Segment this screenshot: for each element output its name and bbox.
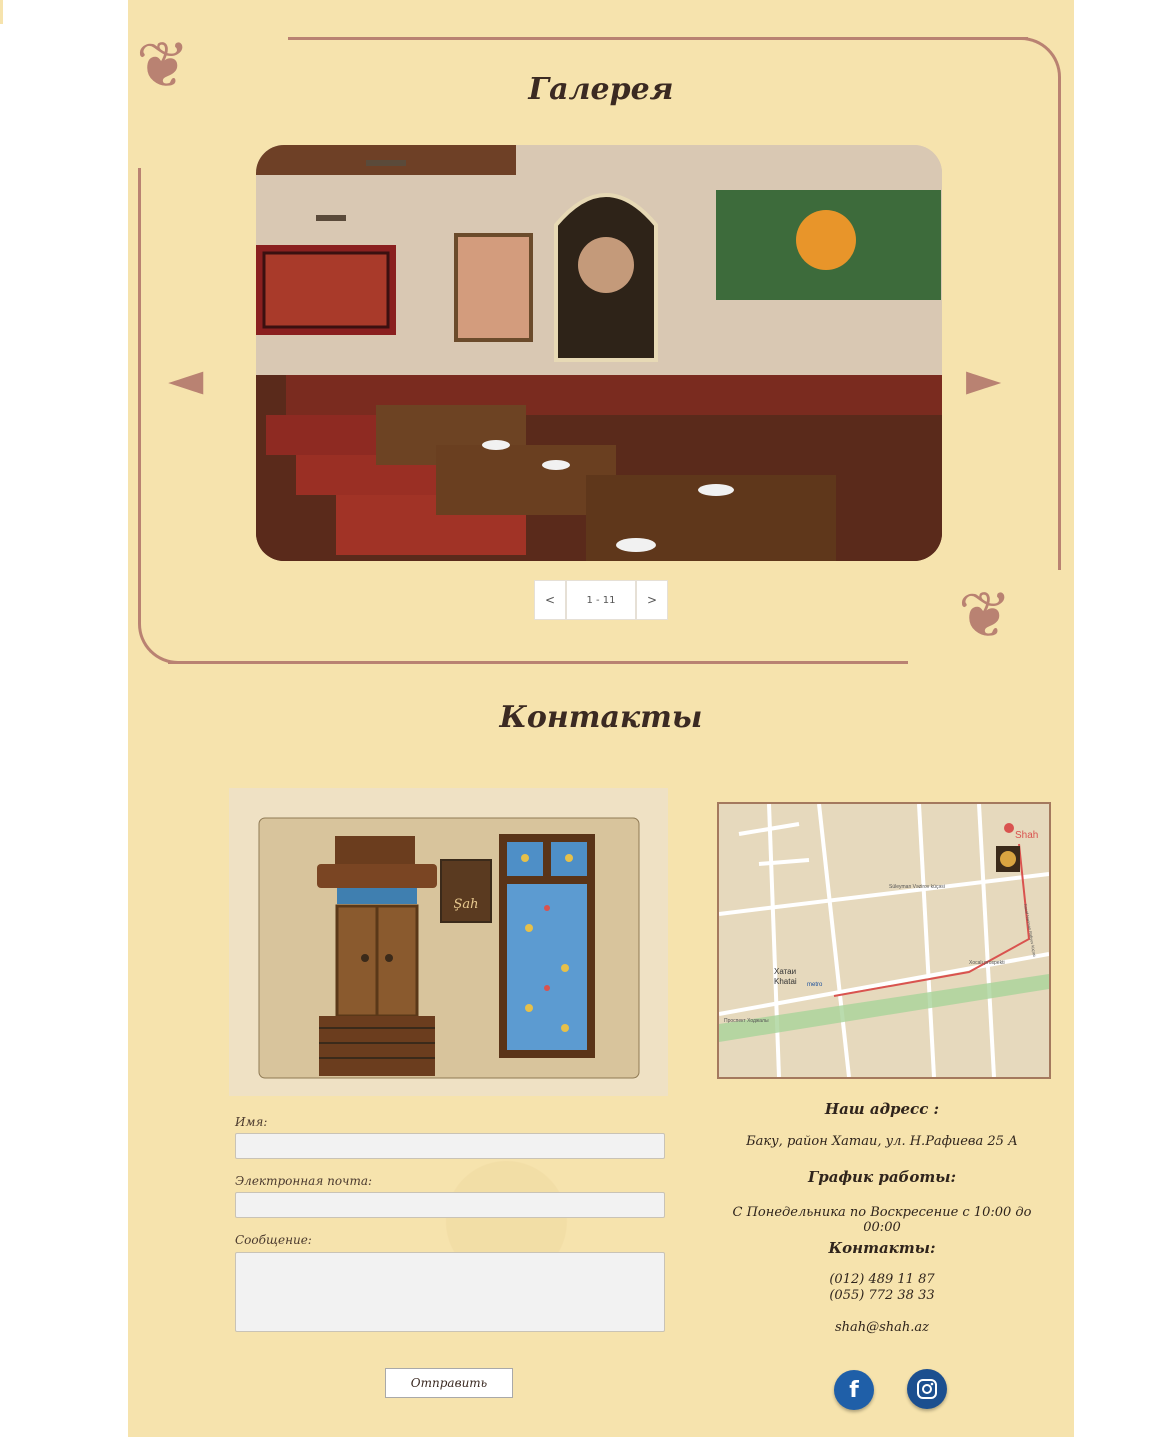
email-label: Электронная почта: (235, 1174, 373, 1188)
frame-right-line (1058, 100, 1061, 570)
ornament-bottom-right-icon: ❦ (958, 579, 1012, 653)
facebook-letter: f (849, 1377, 859, 1403)
message-textarea[interactable] (235, 1252, 665, 1332)
map-drawing: Shah Хатаи Khatai metro Süleyman Vəzirov… (719, 804, 1049, 1077)
map-pin-label: Shah (1015, 830, 1038, 841)
name-label: Имя: (235, 1115, 268, 1129)
storefront-illustration: Şah (229, 788, 668, 1096)
hours-heading: График работы: (807, 1168, 957, 1186)
location-map[interactable]: Shah Хатаи Khatai metro Süleyman Vəzirov… (717, 802, 1051, 1079)
frame-bottom-line (168, 661, 908, 664)
map-station-ru: Хатаи (774, 967, 796, 976)
map-street-2: Xocalı prospekti (969, 960, 1005, 966)
gallery-photo (256, 145, 942, 561)
instagram-icon[interactable] (907, 1369, 947, 1409)
submit-button[interactable]: Отправить (385, 1368, 513, 1398)
frame-left-line (138, 168, 141, 588)
pager-prev-button[interactable]: < (534, 580, 566, 620)
sign-text: Şah (453, 897, 478, 912)
pager-counter: 1 - 11 (566, 580, 636, 620)
page-container: ❦ ❦ Галерея ◄ ► < 1 - 11 > Контакты Şah … (128, 0, 1074, 1437)
map-metro-label: metro (807, 982, 823, 988)
gallery-prev-arrow-icon[interactable]: ◄ (168, 356, 203, 402)
instagram-glyph (917, 1379, 937, 1399)
hours-text: С Понедельника по Воскресение с 10:00 до… (732, 1205, 1032, 1235)
name-input[interactable] (235, 1133, 665, 1159)
contacts-title: Контакты (499, 700, 703, 735)
email-link[interactable]: shah@shah.az (717, 1320, 1047, 1335)
facebook-icon[interactable]: f (834, 1370, 874, 1410)
address-text: Баку, район Хатаи, ул. Н.Рафиева 25 А (746, 1134, 1018, 1149)
edge-sliver (0, 0, 3, 24)
gallery-pager: < 1 - 11 > (534, 580, 668, 620)
gallery-title: Галерея (528, 72, 674, 107)
message-label: Сообщение: (235, 1233, 312, 1247)
gallery-next-arrow-icon[interactable]: ► (966, 356, 1001, 402)
address-heading: Наш адресс : (824, 1100, 940, 1118)
map-street-1: Süleyman Vəzirov küçəsi (889, 884, 945, 890)
contacts-heading: Контакты: (828, 1239, 936, 1257)
map-street-3: Проспект Ходжалы (724, 1018, 769, 1024)
pager-next-button[interactable]: > (636, 580, 668, 620)
email-input[interactable] (235, 1192, 665, 1218)
phone-1[interactable]: (012) 489 11 87 (717, 1272, 1047, 1287)
frame-bottom-left-curve (138, 588, 181, 664)
restaurant-interior-image (256, 145, 942, 561)
storefront-drawing: Şah (229, 788, 668, 1096)
frame-top-line (288, 37, 1028, 40)
phone-2[interactable]: (055) 772 38 33 (717, 1288, 1047, 1303)
map-station-en: Khatai (774, 977, 797, 986)
